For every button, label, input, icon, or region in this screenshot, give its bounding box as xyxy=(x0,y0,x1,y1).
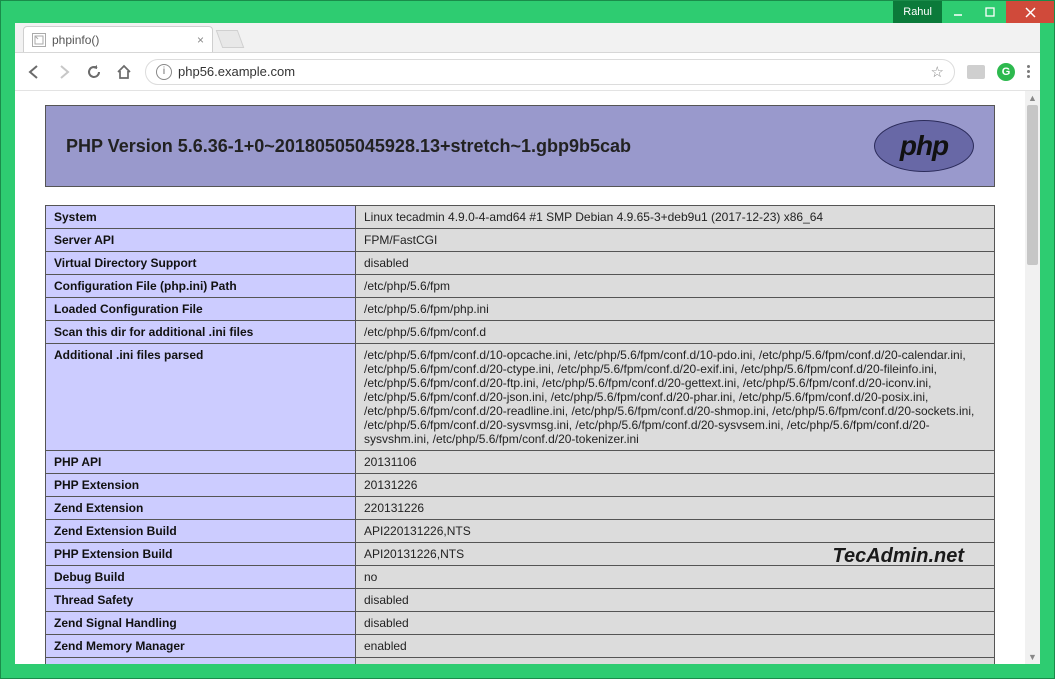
scroll-thumb[interactable] xyxy=(1027,105,1038,265)
config-value: FPM/FastCGI xyxy=(356,229,995,252)
table-row: SystemLinux tecadmin 4.9.0-4-amd64 #1 SM… xyxy=(46,206,995,229)
config-key: Server API xyxy=(46,229,356,252)
table-row: PHP Extension BuildAPI20131226,NTSTecAdm… xyxy=(46,543,995,566)
grammarly-icon[interactable]: G xyxy=(997,63,1015,81)
reload-button[interactable] xyxy=(85,63,103,81)
table-row: Zend Signal Handlingdisabled xyxy=(46,612,995,635)
address-bar[interactable]: i php56.example.com ☆ xyxy=(145,59,955,85)
config-value: 20131226 xyxy=(356,474,995,497)
config-key: Debug Build xyxy=(46,566,356,589)
table-row: Zend Memory Managerenabled xyxy=(46,635,995,658)
bookmark-star-icon[interactable]: ☆ xyxy=(931,63,944,81)
url-text: php56.example.com xyxy=(178,64,295,79)
table-row: Debug Buildno xyxy=(46,566,995,589)
table-row: Zend Multibyte Supportdisabled xyxy=(46,658,995,665)
config-key: Virtual Directory Support xyxy=(46,252,356,275)
table-row: Additional .ini files parsed/etc/php/5.6… xyxy=(46,344,995,451)
php-logo-text: php xyxy=(900,130,948,162)
browser-tabbar: phpinfo() × xyxy=(15,23,1040,53)
scroll-up-arrow-icon[interactable]: ▲ xyxy=(1025,91,1040,105)
forward-button[interactable] xyxy=(55,63,73,81)
window-close-button[interactable] xyxy=(1006,1,1054,23)
window-minimize-button[interactable] xyxy=(942,1,974,23)
config-value: 20131106 xyxy=(356,451,995,474)
config-key: Zend Extension Build xyxy=(46,520,356,543)
home-button[interactable] xyxy=(115,63,133,81)
table-row: Scan this dir for additional .ini files/… xyxy=(46,321,995,344)
table-row: PHP API20131106 xyxy=(46,451,995,474)
config-value: /etc/php/5.6/fpm/conf.d/10-opcache.ini, … xyxy=(356,344,995,451)
config-key: Zend Signal Handling xyxy=(46,612,356,635)
site-info-icon[interactable]: i xyxy=(156,64,172,80)
config-value: 220131226 xyxy=(356,497,995,520)
config-value: API20131226,NTSTecAdmin.net xyxy=(356,543,995,566)
config-key: PHP Extension xyxy=(46,474,356,497)
config-value: Linux tecadmin 4.9.0-4-amd64 #1 SMP Debi… xyxy=(356,206,995,229)
config-key: PHP Extension Build xyxy=(46,543,356,566)
config-value: enabled xyxy=(356,635,995,658)
back-button[interactable] xyxy=(25,63,43,81)
browser-menu-button[interactable] xyxy=(1027,65,1030,78)
config-key: Zend Multibyte Support xyxy=(46,658,356,665)
config-value: disabled xyxy=(356,589,995,612)
window-maximize-button[interactable] xyxy=(974,1,1006,23)
table-row: Virtual Directory Supportdisabled xyxy=(46,252,995,275)
config-value: disabled xyxy=(356,658,995,665)
scroll-down-arrow-icon[interactable]: ▼ xyxy=(1025,650,1040,664)
config-value: API220131226,NTS xyxy=(356,520,995,543)
config-key: Scan this dir for additional .ini files xyxy=(46,321,356,344)
browser-toolbar: i php56.example.com ☆ G xyxy=(15,53,1040,91)
tab-title: phpinfo() xyxy=(52,33,99,47)
window-titlebar: Rahul xyxy=(1,1,1054,23)
table-row: PHP Extension20131226 xyxy=(46,474,995,497)
table-row: Thread Safetydisabled xyxy=(46,589,995,612)
config-key: System xyxy=(46,206,356,229)
config-key: Configuration File (php.ini) Path xyxy=(46,275,356,298)
config-key: PHP API xyxy=(46,451,356,474)
phpinfo-header: PHP Version 5.6.36-1+0~20180505045928.13… xyxy=(45,105,995,187)
new-tab-button[interactable] xyxy=(216,30,245,48)
camera-icon[interactable] xyxy=(967,65,985,79)
config-key: Loaded Configuration File xyxy=(46,298,356,321)
php-version-title: PHP Version 5.6.36-1+0~20180505045928.13… xyxy=(66,136,631,157)
table-row: Loaded Configuration File/etc/php/5.6/fp… xyxy=(46,298,995,321)
user-badge[interactable]: Rahul xyxy=(893,1,942,23)
config-value: disabled xyxy=(356,252,995,275)
table-row: Configuration File (php.ini) Path/etc/ph… xyxy=(46,275,995,298)
config-key: Zend Extension xyxy=(46,497,356,520)
php-logo: php xyxy=(874,120,974,172)
page-favicon-icon xyxy=(32,33,46,47)
table-row: Server APIFPM/FastCGI xyxy=(46,229,995,252)
tab-close-icon[interactable]: × xyxy=(197,33,204,47)
config-value: disabled xyxy=(356,612,995,635)
config-key: Zend Memory Manager xyxy=(46,635,356,658)
vertical-scrollbar[interactable]: ▲ ▼ xyxy=(1025,91,1040,664)
config-value: /etc/php/5.6/fpm/php.ini xyxy=(356,298,995,321)
phpinfo-table: SystemLinux tecadmin 4.9.0-4-amd64 #1 SM… xyxy=(45,205,995,664)
table-row: Zend Extension220131226 xyxy=(46,497,995,520)
table-row: Zend Extension BuildAPI220131226,NTS xyxy=(46,520,995,543)
config-value: no xyxy=(356,566,995,589)
config-value: /etc/php/5.6/fpm xyxy=(356,275,995,298)
browser-tab[interactable]: phpinfo() × xyxy=(23,26,213,52)
config-value: /etc/php/5.6/fpm/conf.d xyxy=(356,321,995,344)
config-key: Thread Safety xyxy=(46,589,356,612)
page-viewport: PHP Version 5.6.36-1+0~20180505045928.13… xyxy=(15,91,1040,664)
config-key: Additional .ini files parsed xyxy=(46,344,356,451)
